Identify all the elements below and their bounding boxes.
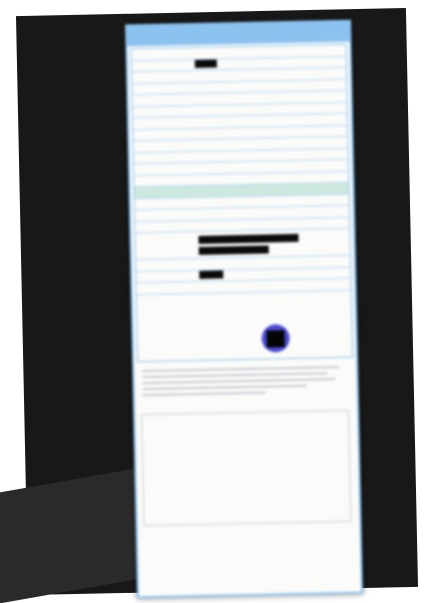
item-table — [141, 410, 351, 526]
row-amount — [284, 154, 348, 155]
row-label — [133, 134, 192, 135]
row-amount — [283, 96, 347, 97]
row-amount — [283, 131, 347, 132]
row-value — [191, 51, 282, 53]
row-amount — [285, 188, 349, 189]
row-amount — [285, 211, 349, 212]
row-amount — [282, 73, 346, 74]
row-label — [133, 111, 192, 112]
row-label — [136, 276, 195, 277]
row-label — [132, 88, 191, 89]
row-value — [191, 74, 282, 76]
row-value — [192, 132, 283, 134]
redaction-bar — [198, 233, 298, 243]
row-label — [133, 99, 192, 100]
receipt-header — [127, 22, 349, 47]
row-value — [194, 201, 285, 203]
row-amount — [283, 119, 347, 120]
row-label — [132, 53, 191, 54]
row-value — [193, 178, 284, 180]
row-label — [134, 180, 193, 181]
redaction-bar — [199, 245, 269, 254]
text-line — [143, 378, 336, 384]
row-label — [132, 76, 191, 77]
row-value — [192, 120, 283, 122]
row-value — [193, 143, 284, 145]
row-amount — [282, 50, 346, 51]
row-value — [194, 212, 285, 214]
row-value — [196, 284, 351, 287]
row-label — [132, 65, 191, 66]
row-label — [134, 157, 193, 158]
item-name — [148, 485, 304, 488]
row-value — [191, 58, 282, 70]
row-label — [137, 287, 196, 288]
row-amount — [285, 200, 349, 201]
row-label — [135, 191, 194, 192]
redaction-bar — [195, 59, 217, 67]
row-value — [193, 166, 284, 168]
item-name — [147, 440, 303, 443]
row-value — [194, 189, 285, 191]
row-value — [192, 109, 283, 111]
item-name — [146, 422, 302, 425]
redaction-bar — [199, 270, 223, 279]
row-label — [134, 145, 193, 146]
row-amount — [282, 85, 346, 86]
row-value — [191, 86, 282, 88]
row-label — [133, 122, 192, 123]
row-value — [194, 224, 285, 226]
item-name — [147, 467, 303, 470]
item-name — [147, 449, 303, 452]
row-label — [135, 226, 194, 227]
row-amount — [284, 165, 348, 166]
row-value — [195, 261, 350, 264]
seal-redaction — [266, 330, 284, 347]
row-value — [192, 97, 283, 99]
text-line — [142, 366, 339, 372]
text-line — [143, 385, 307, 390]
item-name — [147, 458, 303, 461]
row-label — [135, 214, 194, 215]
row-amount — [283, 108, 347, 109]
row-amount — [284, 177, 348, 178]
row-amount — [282, 62, 346, 63]
row-value — [193, 155, 284, 157]
item-name — [148, 476, 304, 479]
row-label — [134, 168, 193, 169]
text-line — [143, 392, 266, 397]
receipt-table — [131, 44, 354, 362]
row-value — [194, 232, 349, 254]
row-amount — [284, 142, 348, 143]
row-amount — [285, 223, 349, 224]
row-label — [136, 264, 195, 265]
row-label — [135, 203, 194, 204]
fine-print — [142, 362, 348, 402]
receipt — [125, 20, 363, 599]
text-line — [142, 372, 327, 378]
item-name — [147, 431, 303, 434]
row-label — [136, 245, 195, 246]
